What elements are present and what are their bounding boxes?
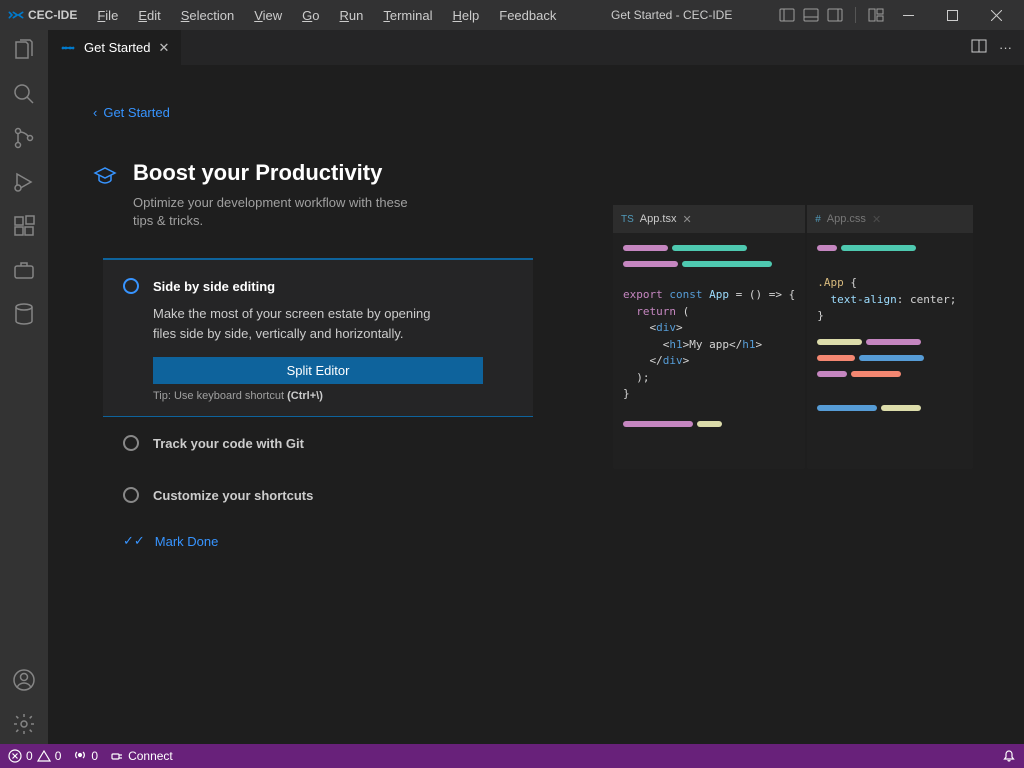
status-errors[interactable]: 0 0 <box>8 749 61 763</box>
back-link[interactable]: ‹ Get Started <box>93 105 533 120</box>
account-icon[interactable] <box>12 668 36 692</box>
error-icon <box>8 749 22 763</box>
split-editor-icon[interactable] <box>971 38 987 57</box>
menu-help[interactable]: Help <box>445 4 488 27</box>
check-icon: ✓✓ <box>123 533 145 549</box>
step-customize-shortcuts[interactable]: Customize your shortcuts <box>103 469 533 521</box>
layout-left-icon[interactable] <box>779 7 795 23</box>
menu-terminal[interactable]: Terminal <box>375 4 440 27</box>
layout-bottom-icon[interactable] <box>803 7 819 23</box>
status-notifications[interactable] <box>1002 749 1016 763</box>
menu-file[interactable]: File <box>89 4 126 27</box>
menu-go[interactable]: Go <box>294 4 327 27</box>
warning-icon <box>37 749 51 763</box>
database-icon[interactable] <box>12 302 36 326</box>
step-radio-icon[interactable] <box>123 278 139 294</box>
tab-get-started[interactable]: Get Started ✕ <box>48 30 182 65</box>
search-icon[interactable] <box>12 82 36 106</box>
mark-done-button[interactable]: ✓✓ Mark Done <box>103 521 533 561</box>
maximize-button[interactable] <box>932 0 972 30</box>
status-connect[interactable]: Connect <box>110 749 173 763</box>
extensions-icon[interactable] <box>12 214 36 238</box>
settings-icon[interactable] <box>12 712 36 736</box>
minimize-button[interactable] <box>888 0 928 30</box>
run-debug-icon[interactable] <box>12 170 36 194</box>
menu-selection[interactable]: Selection <box>173 4 242 27</box>
close-button[interactable] <box>976 0 1016 30</box>
preview-illustration: TSApp.tsx✕ export const App = () => { re… <box>613 205 973 704</box>
infinity-icon <box>60 42 76 54</box>
window-title: Get Started - CEC-IDE <box>568 8 775 22</box>
plug-icon <box>110 749 124 763</box>
app-logo: CEC-IDE <box>8 8 77 22</box>
section-title: Boost your Productivity <box>133 160 413 186</box>
bell-icon <box>1002 749 1016 763</box>
menu-run[interactable]: Run <box>332 4 372 27</box>
briefcase-icon[interactable] <box>12 258 36 282</box>
step-side-by-side: Side by side editing Make the most of yo… <box>103 258 533 417</box>
step-radio-icon <box>123 435 139 451</box>
radio-tower-icon <box>73 749 87 763</box>
status-ports[interactable]: 0 <box>73 749 98 763</box>
explorer-icon[interactable] <box>12 38 36 62</box>
layout-customize-icon[interactable] <box>868 7 884 23</box>
tab-label: Get Started <box>84 40 150 55</box>
step-track-git[interactable]: Track your code with Git <box>103 417 533 469</box>
section-subtitle: Optimize your development workflow with … <box>133 194 413 230</box>
close-icon[interactable]: ✕ <box>158 40 169 56</box>
menu-feedback[interactable]: Feedback <box>491 4 564 27</box>
step-title: Side by side editing <box>153 279 275 294</box>
source-control-icon[interactable] <box>12 126 36 150</box>
step-radio-icon <box>123 487 139 503</box>
layout-right-icon[interactable] <box>827 7 843 23</box>
step-tip: Tip: Use keyboard shortcut (Ctrl+\) <box>153 390 513 402</box>
chevron-left-icon: ‹ <box>93 105 97 120</box>
menu-edit[interactable]: Edit <box>130 4 168 27</box>
more-icon[interactable]: ··· <box>999 40 1012 55</box>
split-editor-button[interactable]: Split Editor <box>153 357 483 384</box>
menu-view[interactable]: View <box>246 4 290 27</box>
step-body: Make the most of your screen estate by o… <box>153 304 433 343</box>
graduation-cap-icon <box>93 164 117 230</box>
